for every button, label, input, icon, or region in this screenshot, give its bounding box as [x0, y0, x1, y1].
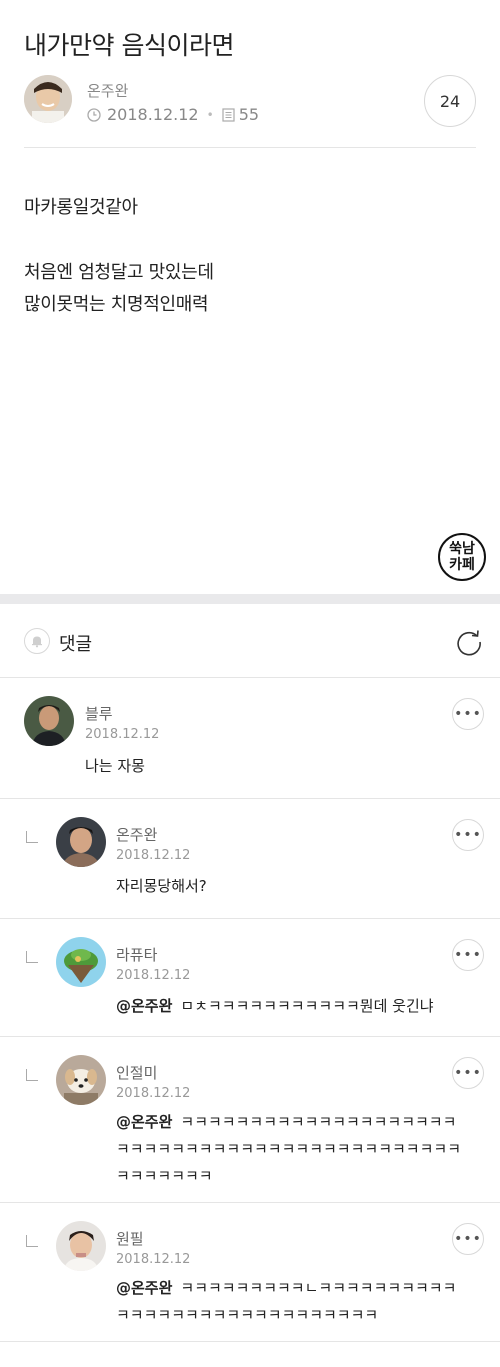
- commenter-name[interactable]: 블루: [85, 703, 113, 724]
- reply-item: 온주완 2018.12.12 자리몽당해서? •••: [0, 799, 500, 919]
- commenter-avatar[interactable]: [56, 1221, 106, 1271]
- body-line: 처음엔 엄청달고 맛있는데: [24, 262, 214, 283]
- comments-title: 댓글: [59, 634, 93, 655]
- document-icon: [222, 107, 235, 122]
- avatar-photo: [56, 1221, 106, 1271]
- post-meta: 2018.12.12 • 55: [87, 105, 259, 124]
- comment-text: 나는 자몽: [85, 757, 145, 775]
- post-views: 55: [238, 105, 260, 124]
- post-date: 2018.12.12: [107, 105, 199, 124]
- header-divider: [24, 147, 476, 148]
- section-divider: [0, 594, 500, 604]
- comment-date: 2018.12.12: [116, 848, 191, 863]
- more-options-icon: •••: [454, 947, 482, 963]
- avatar-photo: [56, 817, 106, 867]
- author-avatar[interactable]: [24, 75, 72, 123]
- more-options-button[interactable]: •••: [452, 819, 484, 851]
- more-options-button[interactable]: •••: [452, 939, 484, 971]
- commenter-avatar[interactable]: [56, 937, 106, 987]
- comment-count-button[interactable]: 24: [424, 75, 476, 127]
- bell-icon: [32, 636, 42, 648]
- mention-link[interactable]: @온주완: [116, 1113, 172, 1131]
- more-options-icon: •••: [454, 827, 482, 843]
- comment-date: 2018.12.12: [116, 1086, 191, 1101]
- comment-body: @온주완 ㅁㅊㅋㅋㅋㅋㅋㅋㅋㅋㅋㅋㅋ뭔데 웃긴냐: [116, 993, 461, 1020]
- more-options-icon: •••: [454, 1065, 482, 1081]
- commenter-name[interactable]: 라퓨타: [116, 944, 157, 965]
- stamp-line-1: 쑥남: [449, 541, 475, 557]
- comment-body: @온주완 ㅋㅋㅋㅋㅋㅋㅋㅋㅋㄴㅋㅋㅋㅋㅋㅋㅋㅋㅋㅋㅋㅋㅋㅋㅋㅋㅋㅋㅋㅋㅋㅋㅋㅋㅋㅋ…: [116, 1275, 461, 1329]
- reply-indent-icon: [26, 1235, 38, 1247]
- commenter-name[interactable]: 인절미: [116, 1062, 157, 1083]
- post-title: 내가만약 음식이라면: [24, 31, 234, 60]
- reply-indent-icon: [26, 831, 38, 843]
- commenter-avatar[interactable]: [56, 1055, 106, 1105]
- reply-item: 인절미 2018.12.12 @온주완 ㅋㅋㅋㅋㅋㅋㅋㅋㅋㅋㅋㅋㅋㅋㅋㅋㅋㅋㅋㅋㅋ…: [0, 1037, 500, 1203]
- mention-link[interactable]: @온주완: [116, 997, 172, 1015]
- reply-item: 원필 2018.12.12 @온주완 ㅋㅋㅋㅋㅋㅋㅋㅋㅋㄴㅋㅋㅋㅋㅋㅋㅋㅋㅋㅋㅋㅋ…: [0, 1203, 500, 1342]
- clock-icon: [87, 107, 101, 122]
- commenter-avatar[interactable]: [56, 817, 106, 867]
- more-options-button[interactable]: •••: [452, 1223, 484, 1255]
- refresh-icon[interactable]: [455, 628, 483, 656]
- body-line: 많이못먹는 치명적인매력: [24, 294, 209, 315]
- comment-item: 블루 2018.12.12 나는 자몽 •••: [0, 678, 500, 799]
- reply-item: 라퓨타 2018.12.12 @온주완 ㅁㅊㅋㅋㅋㅋㅋㅋㅋㅋㅋㅋㅋ뭔데 웃긴냐 •…: [0, 919, 500, 1037]
- comment-date: 2018.12.12: [116, 1252, 191, 1267]
- notification-toggle[interactable]: [24, 628, 50, 654]
- body-line: 마카롱일것같아: [24, 197, 138, 218]
- comments-header: 댓글: [0, 604, 500, 678]
- meta-separator: •: [206, 107, 214, 122]
- stamp-line-2: 카페: [449, 557, 475, 573]
- more-options-icon: •••: [454, 1231, 482, 1247]
- comment-date: 2018.12.12: [85, 727, 160, 742]
- reply-indent-icon: [26, 1069, 38, 1081]
- avatar-photo: [24, 696, 74, 746]
- author-photo: [24, 75, 72, 123]
- commenter-name[interactable]: 온주완: [116, 824, 157, 845]
- comment-body: @온주완 ㅋㅋㅋㅋㅋㅋㅋㅋㅋㅋㅋㅋㅋㅋㅋㅋㅋㅋㅋㅋㅋㅋㅋㅋㅋㅋㅋㅋㅋㅋㅋㅋㅋㅋㅋㅋ…: [116, 1109, 466, 1190]
- reply-indent-icon: [26, 951, 38, 963]
- comment-text: ㅁㅊㅋㅋㅋㅋㅋㅋㅋㅋㅋㅋㅋ뭔데 웃긴냐: [180, 997, 434, 1015]
- mention-link[interactable]: @온주완: [116, 1279, 172, 1297]
- more-options-icon: •••: [454, 706, 482, 722]
- avatar-photo: [56, 937, 106, 987]
- comment-date: 2018.12.12: [116, 968, 191, 983]
- more-options-button[interactable]: •••: [452, 698, 484, 730]
- avatar-photo: [56, 1055, 106, 1105]
- commenter-name[interactable]: 원필: [116, 1228, 144, 1249]
- comment-text: 자리몽당해서?: [116, 877, 207, 895]
- cafe-logo-stamp: 쑥남 카페: [438, 533, 486, 581]
- author-name[interactable]: 온주완: [87, 80, 128, 101]
- more-options-button[interactable]: •••: [452, 1057, 484, 1089]
- commenter-avatar[interactable]: [24, 696, 74, 746]
